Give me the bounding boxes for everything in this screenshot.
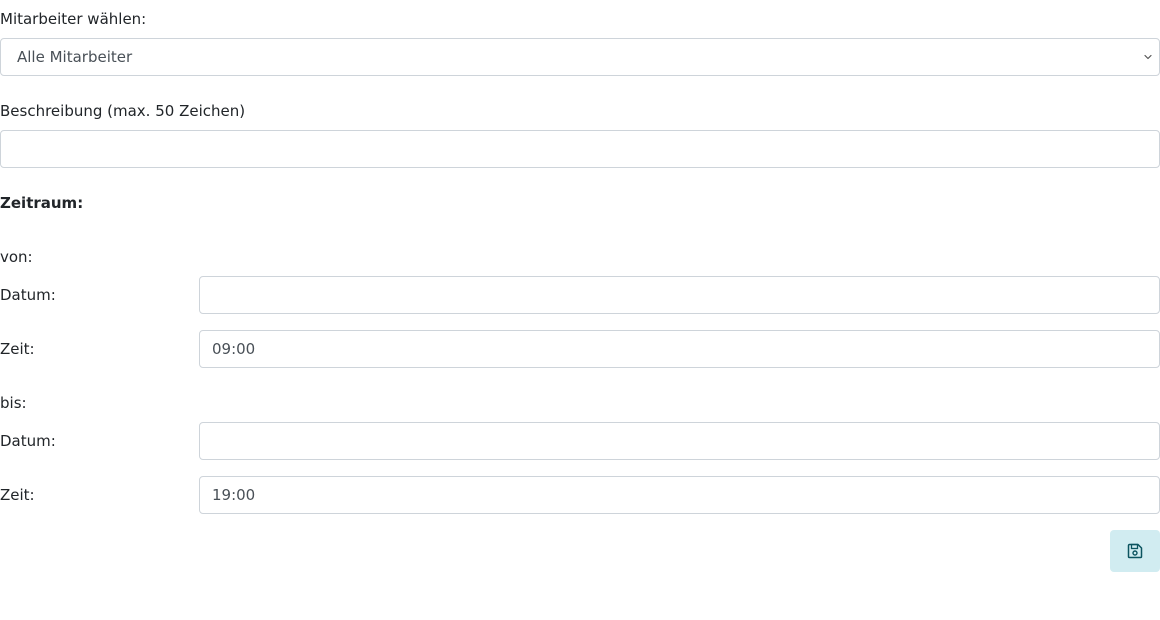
employee-select-value: Alle Mitarbeiter: [17, 48, 133, 66]
to-heading: bis:: [0, 394, 27, 412]
to-date-label: Datum:: [0, 432, 56, 450]
to-time-input[interactable]: [199, 476, 1160, 514]
from-time-label: Zeit:: [0, 340, 35, 358]
employee-select[interactable]: Alle Mitarbeiter: [0, 38, 1160, 76]
floppy-disk-icon: [1127, 543, 1143, 559]
description-label: Beschreibung (max. 50 Zeichen): [0, 102, 246, 120]
description-input[interactable]: [0, 130, 1160, 168]
period-heading: Zeitraum:: [0, 194, 84, 212]
from-date-input[interactable]: [199, 276, 1160, 314]
from-time-input[interactable]: [199, 330, 1160, 368]
employee-select-label: Mitarbeiter wählen:: [0, 10, 147, 28]
to-time-label: Zeit:: [0, 486, 35, 504]
from-date-label: Datum:: [0, 286, 56, 304]
save-button[interactable]: [1110, 530, 1160, 572]
chevron-down-icon: [1144, 54, 1152, 60]
to-date-input[interactable]: [199, 422, 1160, 460]
from-heading: von:: [0, 248, 33, 266]
